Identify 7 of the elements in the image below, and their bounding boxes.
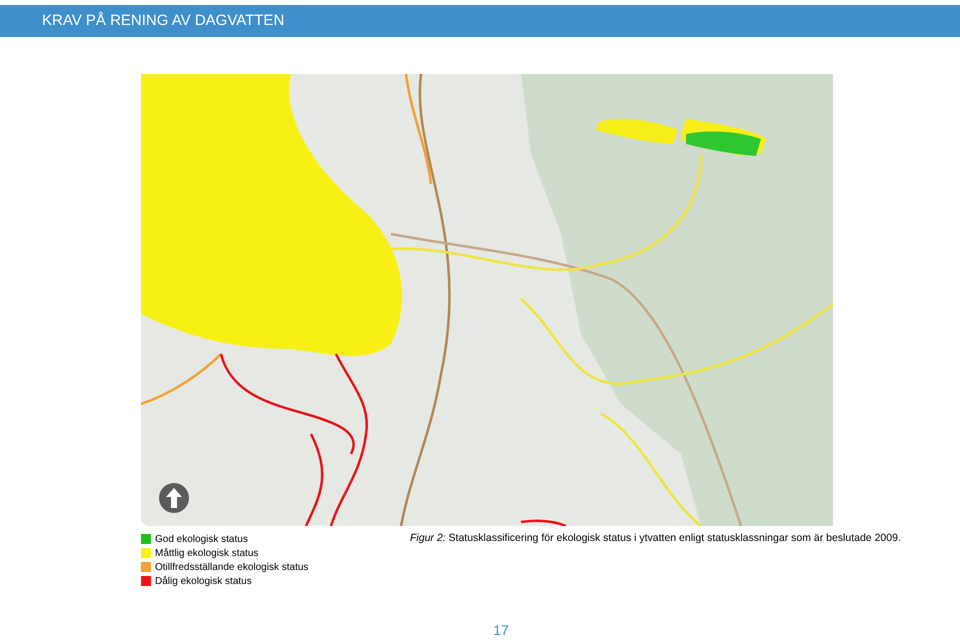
figure-caption: Figur 2: Statusklassificering för ekologisk status i ytvatten enligt statusklassningar som är beslutade 2009. (410, 531, 901, 546)
legend-label: God ekologisk status (155, 532, 248, 546)
legend-label: Otillfredsställande ekologisk status (155, 560, 308, 574)
page-number: 17 (493, 621, 509, 640)
legend-label: Dålig ekologisk status (155, 574, 252, 588)
header-title: KRAV PÅ RENING AV DAGVATTEN (42, 10, 284, 31)
legend-label: Måttlig ekologisk status (155, 546, 258, 560)
